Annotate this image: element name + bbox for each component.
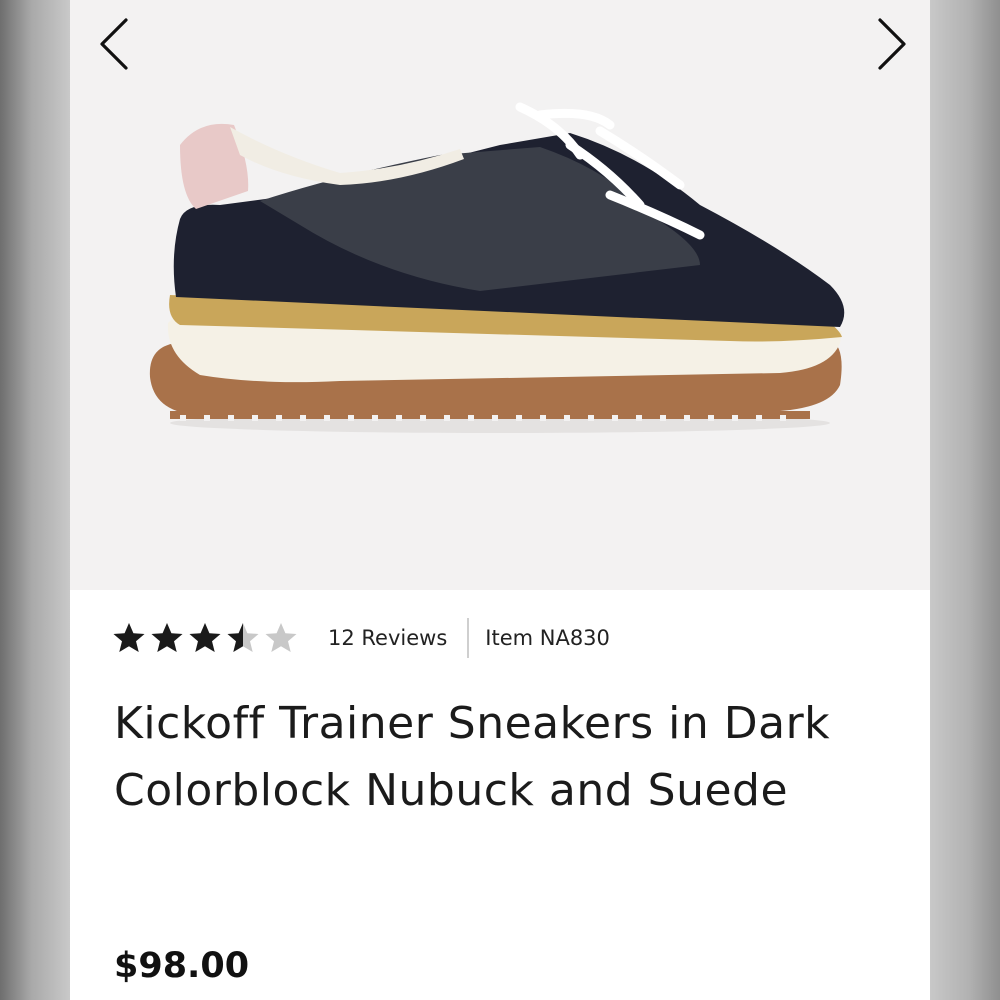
chevron-left-icon (100, 18, 128, 70)
star-icon (151, 623, 183, 652)
star-icon (227, 623, 259, 652)
background-blur-left (0, 0, 70, 1000)
rating-row: 12 Reviews Item NA830 (112, 616, 610, 660)
next-image-button[interactable] (856, 14, 916, 74)
previous-image-button[interactable] (90, 14, 150, 74)
product-title: Kickoff Trainer Sneakers in Dark Colorbl… (114, 698, 831, 816)
product-page: 12 Reviews Item NA830 Kickoff Trainer Sn… (70, 0, 930, 1000)
star-icon (113, 623, 145, 652)
divider (467, 618, 470, 658)
product-gallery (70, 0, 930, 590)
sneaker-product-photo (149, 102, 845, 433)
product-info: 12 Reviews Item NA830 Kickoff Trainer Sn… (70, 590, 930, 1000)
chevron-right-icon (878, 18, 906, 70)
reviews-link[interactable]: 12 Reviews (328, 626, 447, 650)
star-rating[interactable] (112, 621, 298, 655)
star-icon (189, 623, 221, 652)
background-blur-right (930, 0, 1000, 1000)
item-number: Item NA830 (485, 626, 610, 650)
star-icon (265, 623, 297, 652)
product-price: $98.00 (114, 946, 250, 986)
